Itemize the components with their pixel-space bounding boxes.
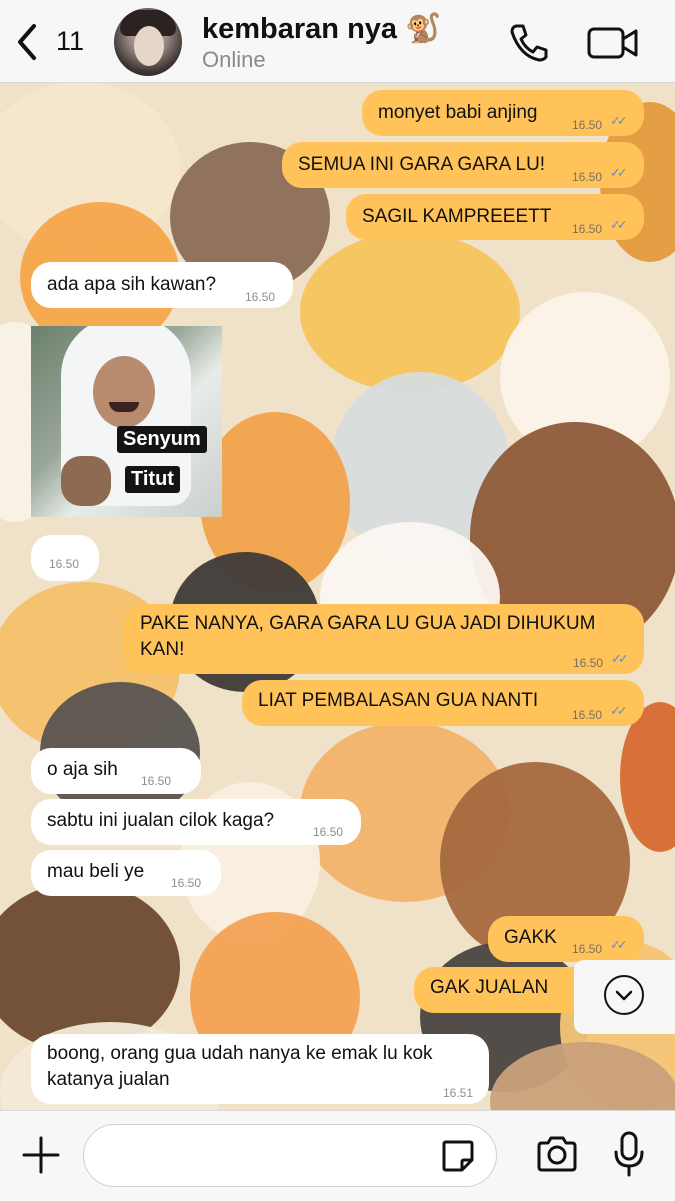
message-text: sabtu ini jualan cilok kaga? — [47, 810, 275, 831]
message-text: GAK JUALAN — [430, 977, 549, 998]
sticker-caption: Senyum — [117, 426, 207, 453]
chevron-left-icon — [18, 24, 36, 60]
message-text: KAN! — [140, 639, 185, 660]
message-bubble-incoming[interactable]: 16.50 — [31, 535, 99, 581]
add-attachment-button[interactable] — [20, 1134, 62, 1176]
message-time: 16.51 — [443, 1086, 474, 1100]
chat-header: 11 kembaran nya 🐒 Online — [0, 0, 675, 83]
sticker-button[interactable] — [440, 1138, 476, 1174]
unread-count[interactable]: 11 — [56, 26, 84, 57]
contact-avatar[interactable] — [114, 8, 182, 76]
back-button[interactable] — [14, 22, 54, 62]
call-button[interactable] — [506, 22, 550, 62]
message-text: SEMUA INI GARA GARA LU! — [298, 154, 546, 175]
sticker-icon — [442, 1140, 474, 1172]
message-bubble-outgoing[interactable]: SAGIL KAMPREEETT 16.50 ✓✓ — [346, 194, 644, 240]
double-check-icon: ✓✓ — [611, 651, 629, 666]
plus-icon — [22, 1136, 60, 1174]
message-text: mau beli ye — [47, 861, 145, 882]
message-text: PAKE NANYA, GARA GARA LU GUA JADI DIHUKU… — [140, 613, 596, 634]
message-bubble-incoming[interactable]: boong, orang gua udah nanya ke emak lu k… — [31, 1034, 489, 1104]
message-bubble-outgoing[interactable]: SEMUA INI GARA GARA LU! 16.50 ✓✓ — [282, 142, 644, 188]
contact-name[interactable]: kembaran nya 🐒 — [202, 12, 441, 46]
message-time: 16.50 — [572, 222, 603, 236]
message-time: 16.50 — [572, 708, 603, 722]
message-text: o aja sih — [47, 759, 118, 780]
message-time: 16.50 — [141, 774, 172, 788]
message-bubble-outgoing[interactable]: LIAT PEMBALASAN GUA NANTI 16.50 ✓✓ — [242, 680, 644, 726]
message-bubble-incoming[interactable]: o aja sih 16.50 — [31, 748, 201, 794]
double-check-icon: ✓✓ — [610, 703, 628, 718]
message-text: katanya jualan — [47, 1069, 170, 1090]
camera-icon — [537, 1136, 577, 1172]
message-text: boong, orang gua udah nanya ke emak lu k… — [47, 1043, 433, 1064]
chevron-down-circle-icon — [604, 975, 644, 1015]
message-input[interactable] — [83, 1124, 497, 1187]
microphone-icon — [614, 1131, 644, 1177]
microphone-button[interactable] — [612, 1130, 646, 1178]
message-text: LIAT PEMBALASAN GUA NANTI — [258, 690, 539, 711]
message-bubble-outgoing[interactable]: PAKE NANYA, GARA GARA LU GUA JADI DIHUKU… — [124, 604, 644, 674]
double-check-icon: ✓✓ — [610, 937, 628, 952]
phone-icon — [510, 24, 548, 62]
message-bubble-outgoing[interactable]: monyet babi anjing 16.50 ✓✓ — [362, 90, 644, 136]
message-time: 16.50 — [313, 825, 344, 839]
message-time: 16.50 — [49, 557, 80, 571]
sticker-caption: Titut — [125, 466, 180, 493]
double-check-icon: ✓✓ — [610, 165, 628, 180]
message-text: GAKK — [504, 927, 557, 948]
message-text: ada apa sih kawan? — [47, 274, 217, 295]
sticker-image[interactable]: Senyum Titut — [31, 326, 222, 517]
message-text: SAGIL KAMPREEETT — [362, 206, 552, 227]
message-text: monyet babi anjing — [378, 102, 538, 123]
double-check-icon: ✓✓ — [610, 113, 628, 128]
message-time: 16.50 — [572, 170, 603, 184]
double-check-icon: ✓✓ — [610, 217, 628, 232]
video-camera-icon — [587, 27, 638, 59]
message-bubble-incoming[interactable]: mau beli ye 16.50 — [31, 850, 221, 896]
scroll-to-bottom-button[interactable] — [574, 960, 675, 1034]
video-call-button[interactable] — [586, 22, 640, 62]
message-time: 16.50 — [573, 656, 604, 670]
message-bubble-incoming[interactable]: ada apa sih kawan? 16.50 — [31, 262, 293, 308]
message-bubble-outgoing[interactable]: GAKK 16.50 ✓✓ — [488, 916, 644, 962]
message-time: 16.50 — [572, 942, 603, 956]
message-time: 16.50 — [245, 290, 276, 304]
message-time: 16.50 — [171, 876, 202, 890]
contact-status: Online — [202, 47, 266, 72]
message-bubble-incoming[interactable]: sabtu ini jualan cilok kaga? 16.50 — [31, 799, 361, 845]
message-time: 16.50 — [572, 118, 603, 132]
camera-button[interactable] — [535, 1134, 579, 1174]
